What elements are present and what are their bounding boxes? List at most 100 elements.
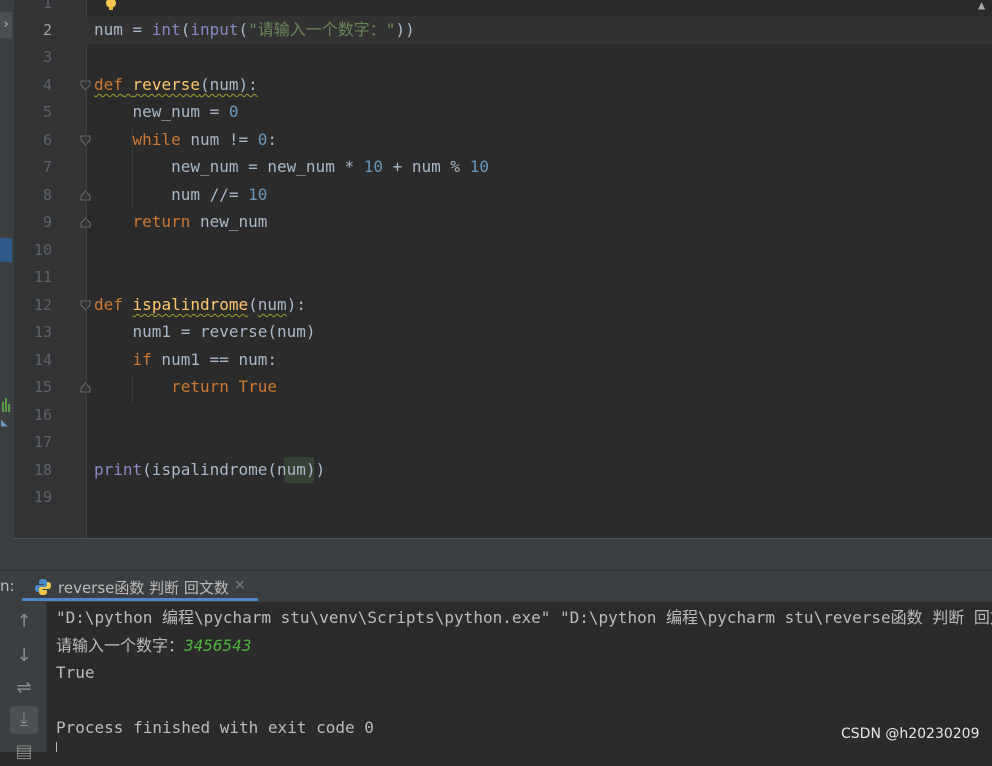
bookmark-icon[interactable]: ◣	[1, 416, 13, 430]
code-line-5[interactable]: new_num = 0	[94, 102, 239, 122]
code-line-7[interactable]: new_num = new_num * 10 + num % 10	[94, 157, 489, 177]
code-token: 0	[228, 102, 239, 121]
code-token: if	[94, 350, 152, 369]
left-tool-strip	[0, 0, 14, 538]
console-exit-message: Process finished with exit code 0	[56, 718, 374, 737]
code-token: num	[277, 460, 306, 479]
code-line-15[interactable]: return True	[94, 377, 277, 397]
code-token: num1 == num:	[151, 350, 278, 369]
scroll-to-end-icon[interactable]: ⤓	[10, 706, 38, 734]
code-token: 0	[257, 130, 268, 149]
line-number: 12	[33, 296, 52, 314]
line-number: 1	[42, 0, 52, 12]
line-number-current: 2	[42, 21, 52, 39]
structure-icon[interactable]	[2, 393, 12, 412]
code-token: new_num = new_num *	[94, 157, 364, 176]
code-token: def	[94, 295, 123, 314]
console-user-input: 3456543	[184, 636, 252, 655]
panel-splitter[interactable]	[0, 538, 992, 570]
code-token: (	[238, 20, 249, 39]
watermark: CSDN @h20230209	[841, 726, 980, 742]
code-token: 10	[363, 157, 383, 176]
code-token: ))	[395, 20, 415, 39]
code-line-18[interactable]: print(ispalindrome(num))	[94, 460, 325, 480]
console-command-line: "D:\python 编程\pycharm stu\venv\Scripts\p…	[56, 608, 992, 627]
console-prompt-line: 请输入一个数字：3456543	[56, 636, 251, 656]
code-token: ))	[305, 460, 326, 479]
code-token: "请输入一个数字："	[248, 20, 396, 39]
code-token: return	[94, 212, 191, 231]
code-token: num =	[94, 20, 152, 39]
line-number: 10	[33, 241, 52, 259]
warning-icon[interactable]: ▲	[978, 0, 985, 12]
left-tool-active-marker	[0, 238, 12, 262]
line-number: 9	[42, 213, 52, 231]
line-number: 16	[33, 406, 52, 424]
line-number: 13	[33, 323, 52, 341]
console-prompt: 请输入一个数字：	[56, 636, 185, 655]
code-token: ):	[286, 295, 306, 314]
line-number: 15	[33, 378, 52, 396]
python-icon	[35, 579, 51, 595]
code-token: (ispalindrome(	[142, 460, 278, 479]
line-number: 19	[33, 488, 52, 506]
close-icon[interactable]: ×	[234, 577, 246, 593]
lightbulb-icon[interactable]	[103, 0, 119, 12]
code-line-6[interactable]: while num != 0:	[94, 130, 278, 150]
gutter-separator	[86, 0, 87, 538]
code-token: (	[180, 20, 191, 39]
project-panel-toggle[interactable]: ›	[0, 12, 12, 38]
code-token: while	[94, 130, 181, 149]
code-token: + num %	[382, 157, 470, 176]
code-token: reverse	[132, 75, 200, 94]
panel-divider-line	[14, 538, 992, 539]
run-toolbar: ↑ ↓ ⇌ ⤓ ▤	[0, 602, 47, 762]
line-number: 14	[33, 351, 52, 369]
code-token: num !=	[180, 130, 258, 149]
run-tab-label: reverse函数 判断 回文数	[58, 579, 229, 597]
code-token: :	[267, 130, 278, 149]
code-token: new_num =	[94, 102, 229, 121]
code-token: (	[248, 295, 258, 314]
code-token: new_num	[190, 212, 268, 231]
code-token: 10	[248, 185, 268, 204]
code-line-12[interactable]: def ispalindrome(num):	[94, 295, 306, 315]
line-number: 8	[42, 186, 52, 204]
code-token: (num):	[199, 75, 258, 94]
console-output: True	[56, 663, 95, 682]
line-number: 6	[42, 131, 52, 149]
print-icon[interactable]: ▤	[10, 738, 38, 766]
line-number-gutter: 1 2 3 4 5 6 7 8 9 10 11 12 13 14 15 16 1…	[14, 0, 91, 538]
code-token: ispalindrome	[132, 295, 249, 314]
line-number: 11	[33, 268, 52, 286]
line-number: 7	[42, 158, 52, 176]
line-number: 4	[42, 76, 52, 94]
code-line-2[interactable]: num = int(input("请输入一个数字："))	[94, 20, 415, 40]
code-token: input	[190, 20, 239, 39]
code-token: num1 = reverse(num)	[94, 322, 316, 341]
code-line-9[interactable]: return new_num	[94, 212, 268, 232]
line-number: 3	[42, 48, 52, 66]
code-editor[interactable]: › ◣ 1 2 3 4 5 6 7 8 9 10 11 12 13 14 15 …	[0, 0, 992, 538]
line-number: 17	[33, 433, 52, 451]
line-number: 5	[42, 103, 52, 121]
code-token: num	[257, 295, 287, 314]
active-tab-indicator	[22, 598, 258, 601]
code-token: True	[238, 377, 278, 396]
code-token: def	[94, 75, 123, 94]
code-line-8[interactable]: num //= 10	[94, 185, 267, 205]
console-caret	[56, 742, 57, 752]
code-line-4[interactable]: def reverse(num):	[94, 75, 258, 95]
code-line-14[interactable]: if num1 == num:	[94, 350, 278, 370]
scroll-up-icon[interactable]: ↑	[10, 608, 38, 636]
scroll-down-icon[interactable]: ↓	[10, 642, 38, 670]
code-token: 10	[469, 157, 489, 176]
code-token: print	[94, 460, 143, 479]
code-line-13[interactable]: num1 = reverse(num)	[94, 322, 316, 342]
code-token: int	[151, 20, 181, 39]
code-token: return	[94, 377, 229, 396]
soft-wrap-icon[interactable]: ⇌	[10, 674, 38, 702]
